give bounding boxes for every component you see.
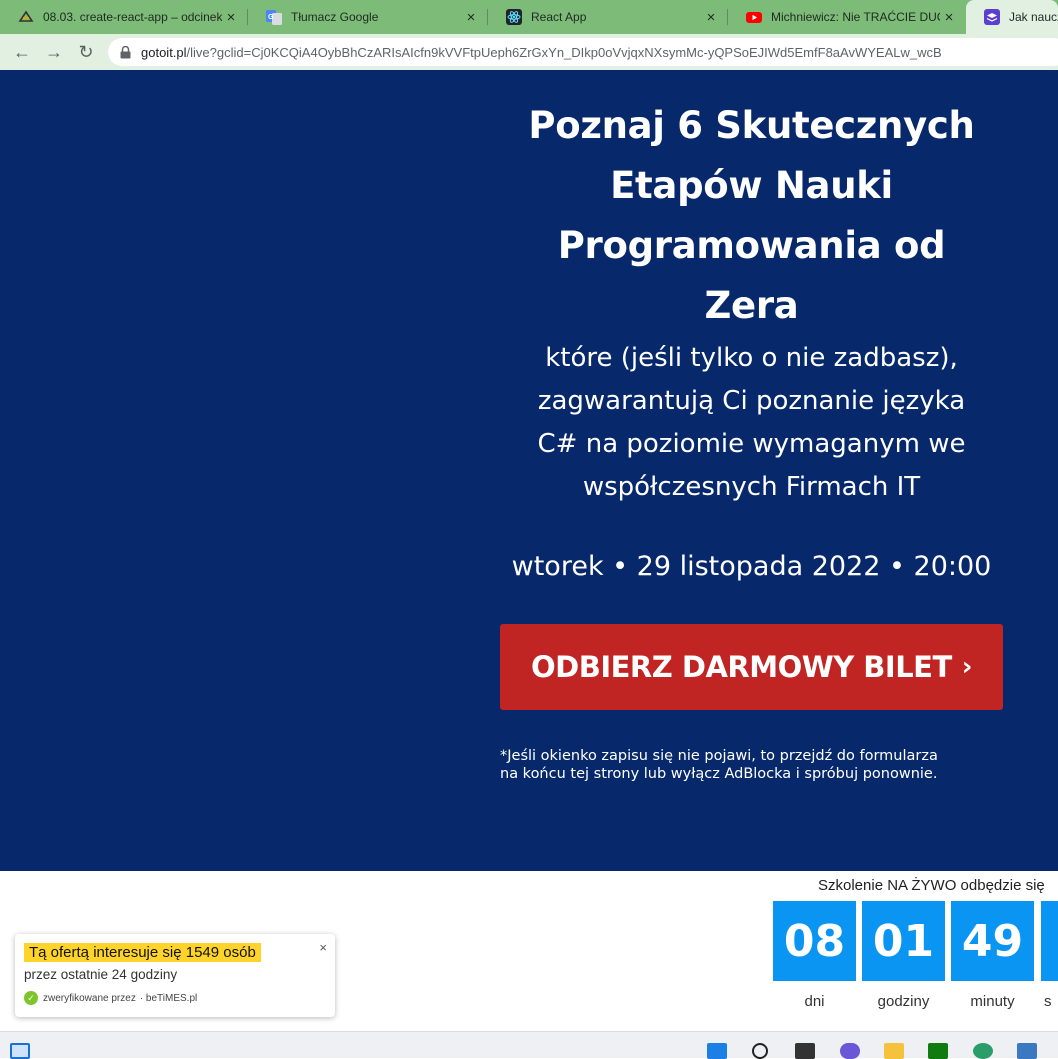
- task-view-icon[interactable]: [795, 1043, 815, 1059]
- verified-text: zweryfikowane przez: [43, 992, 136, 1004]
- xbox-icon[interactable]: [928, 1043, 948, 1059]
- headline-line: Programowania od: [557, 224, 946, 267]
- reload-button[interactable]: ↻: [70, 36, 102, 68]
- note-line: na końcu tej strony lub wyłącz AdBlocka …: [500, 766, 938, 782]
- tab-google-translate[interactable]: G Tłumacz Google ×: [248, 0, 486, 34]
- tab-react-app[interactable]: React App ×: [488, 0, 726, 34]
- start-icon[interactable]: [707, 1043, 727, 1059]
- back-button[interactable]: ←: [6, 36, 38, 68]
- browser-toolbar: ← → ↻ gotoit.pl/live?gclid=Cj0KCQiA4OybB…: [0, 34, 1058, 70]
- tab-active-gotoit[interactable]: Jak nauczyć: [966, 0, 1058, 34]
- subheadline-line: C# na poziomie wymaganym we: [537, 429, 966, 459]
- tab-title: React App: [531, 10, 587, 24]
- popup-subtext: przez ostatnie 24 godziny: [24, 967, 178, 982]
- widgets-icon[interactable]: [10, 1043, 30, 1059]
- event-datetime: wtorek • 29 listopada 2022 • 20:00: [511, 551, 992, 582]
- verifier-brand: · beTiMES.pl: [139, 992, 198, 1004]
- adblock-note: *Jeśli okienko zapisu się nie pojawi, to…: [500, 747, 1003, 783]
- note-line: *Jeśli okienko zapisu się nie pojawi, to…: [500, 748, 938, 764]
- subheadline-line: zagwarantują Ci poznanie języka: [537, 386, 966, 416]
- close-icon[interactable]: ×: [319, 940, 327, 955]
- unit-label-hours: godziny: [877, 993, 930, 1010]
- tab-title: 08.03. create-react-app – odcinek: [43, 10, 222, 24]
- shield-icon: [18, 9, 34, 25]
- react-icon: [506, 9, 522, 25]
- headline-line: Zera: [704, 284, 799, 327]
- subheadline: które (jeśli tylko o nie zadbasz), zagwa…: [500, 337, 1003, 509]
- file-explorer-icon[interactable]: [884, 1043, 904, 1059]
- reload-icon: ↻: [78, 41, 94, 62]
- tab-create-react-app[interactable]: 08.03. create-react-app – odcinek ×: [0, 0, 246, 34]
- app-icon[interactable]: [1017, 1043, 1037, 1059]
- verified-badge: ✓ zweryfikowane przez · beTiMES.pl: [24, 991, 197, 1005]
- arrow-left-icon: ←: [13, 41, 31, 62]
- countdown-minutes: 49: [951, 901, 1034, 981]
- unit-label-seconds: s: [1044, 993, 1052, 1010]
- os-taskbar: [0, 1031, 1058, 1059]
- close-icon[interactable]: ×: [222, 9, 240, 26]
- arrow-right-icon: →: [45, 41, 63, 62]
- lock-icon: [120, 45, 131, 59]
- layers-icon: [984, 9, 1000, 25]
- get-free-ticket-button[interactable]: ODBIERZ DARMOWY BILET ›: [500, 624, 1003, 710]
- address-bar[interactable]: gotoit.pl/live?gclid=Cj0KCQiA4OybBhCzARI…: [108, 38, 1058, 66]
- close-icon[interactable]: ×: [702, 9, 720, 26]
- page-title: Poznaj 6 Skutecznych Etapów Nauki Progra…: [500, 96, 1003, 336]
- countdown-hours: 01: [862, 901, 945, 981]
- popup-headline: Tą ofertą interesuje się 1549 osób: [24, 943, 261, 962]
- check-icon: ✓: [24, 991, 38, 1005]
- url-host: gotoit.pl: [141, 44, 187, 60]
- close-icon[interactable]: ×: [940, 9, 958, 26]
- search-icon[interactable]: [752, 1043, 768, 1059]
- url-path: /live?gclid=Cj0KCQiA4OybBhCzARIsAIcfn9kV…: [186, 44, 942, 60]
- hero-section: Poznaj 6 Skutecznych Etapów Nauki Progra…: [0, 70, 1058, 871]
- countdown-days: 08: [773, 901, 856, 981]
- svg-text:G: G: [268, 14, 274, 21]
- close-icon[interactable]: ×: [462, 9, 480, 26]
- google-translate-icon: G: [266, 9, 282, 25]
- chevron-right-icon: ›: [961, 652, 973, 682]
- tab-title: Jak nauczyć: [1009, 10, 1058, 24]
- countdown-seconds: [1041, 901, 1058, 981]
- unit-label-days: dni: [804, 993, 825, 1010]
- tab-title: Tłumacz Google: [291, 10, 379, 24]
- social-proof-popup: Tą ofertą interesuje się 1549 osób przez…: [15, 934, 335, 1017]
- unit-label-minutes: minuty: [970, 993, 1015, 1010]
- browser-tab-strip: 08.03. create-react-app – odcinek × G Tł…: [0, 0, 1058, 34]
- browser-icon[interactable]: [973, 1043, 993, 1059]
- youtube-icon: [746, 9, 762, 25]
- subheadline-line: które (jeśli tylko o nie zadbasz),: [545, 343, 958, 373]
- cta-label: ODBIERZ DARMOWY BILET: [530, 650, 952, 684]
- tab-title: Michniewicz: Nie TRAĆCIE DUCHA: [771, 10, 940, 24]
- chat-icon[interactable]: [840, 1043, 860, 1059]
- headline-line: Etapów Nauki: [610, 164, 893, 207]
- tab-youtube[interactable]: Michniewicz: Nie TRAĆCIE DUCHA ×: [728, 0, 964, 34]
- forward-button[interactable]: →: [38, 36, 70, 68]
- countdown-label: Szkolenie NA ŻYWO odbędzie się: [818, 877, 1045, 894]
- headline-line: Poznaj 6 Skutecznych: [528, 104, 975, 147]
- subheadline-line: współczesnych Firmach IT: [582, 472, 921, 502]
